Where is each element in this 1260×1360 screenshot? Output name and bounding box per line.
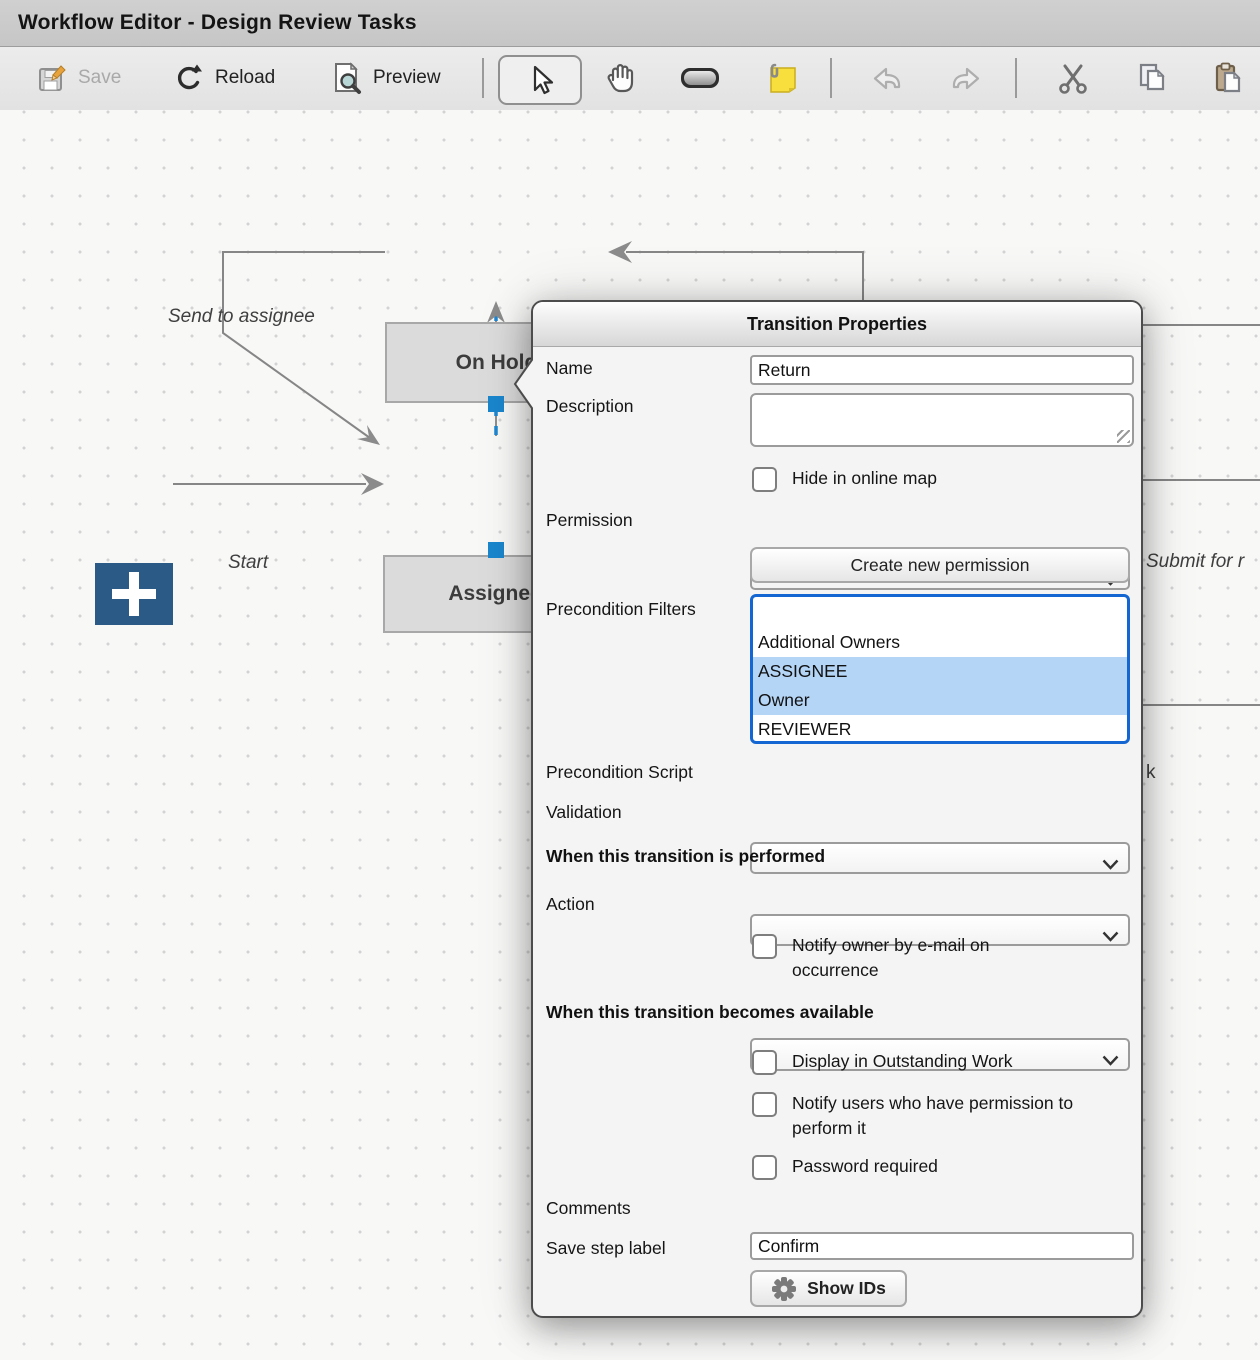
section-when-performed: When this transition is performed — [546, 846, 825, 867]
paste-icon — [1210, 60, 1246, 96]
pointer-icon — [523, 63, 557, 97]
sticky-note-icon — [764, 60, 800, 96]
notify-users-label: Notify users who have permission to perf… — [792, 1091, 1122, 1141]
show-ids-label: Show IDs — [807, 1278, 886, 1299]
password-required-row: Password required — [752, 1155, 938, 1180]
validation-label: Validation — [546, 802, 622, 823]
toolbar-separator — [1015, 58, 1017, 98]
pointer-tool-button[interactable] — [498, 55, 582, 105]
resize-grip-icon[interactable] — [1117, 430, 1130, 443]
copy-button[interactable] — [1118, 55, 1186, 101]
gear-icon — [771, 1276, 797, 1302]
chevron-down-icon — [1102, 1050, 1119, 1071]
start-node[interactable] — [95, 563, 173, 625]
chevron-down-icon — [1102, 854, 1119, 875]
edge-label-start[interactable]: Start — [228, 552, 268, 574]
precondition-script-label: Precondition Script — [546, 762, 693, 783]
node-assignee-label: Assignee — [448, 582, 541, 606]
preview-button-label: Preview — [373, 67, 441, 89]
cut-icon — [1055, 60, 1091, 96]
dialog-title-bar[interactable]: Transition Properties — [533, 302, 1141, 347]
hand-icon — [602, 60, 638, 96]
edge-label-k-fragment[interactable]: k — [1146, 762, 1156, 784]
password-required-label: Password required — [792, 1154, 938, 1180]
reload-button[interactable]: Reload — [172, 55, 275, 101]
name-input[interactable] — [750, 355, 1134, 385]
transition-endpoint-handle-bottom[interactable] — [488, 542, 504, 558]
save-step-label-input[interactable] — [750, 1232, 1134, 1260]
precondition-filters-listbox[interactable]: Additional Owners ASSIGNEE Owner REVIEWE… — [750, 594, 1130, 744]
edge-label-send-to-assignee[interactable]: Send to assignee — [168, 306, 315, 328]
name-label: Name — [546, 358, 593, 379]
description-textarea[interactable] — [750, 393, 1134, 447]
pan-tool-button[interactable] — [586, 55, 654, 101]
title-bar: Workflow Editor - Design Review Tasks — [0, 0, 1260, 47]
description-label: Description — [546, 396, 634, 417]
undo-icon — [869, 61, 907, 95]
notify-owner-checkbox[interactable] — [752, 934, 777, 959]
section-when-available: When this transition becomes available — [546, 1002, 874, 1023]
listbox-option-reviewer[interactable]: REVIEWER — [753, 715, 1127, 744]
hide-in-online-map-row: Hide in online map — [752, 467, 937, 492]
paste-button[interactable] — [1194, 55, 1260, 101]
action-label: Action — [546, 894, 595, 915]
save-step-label-label: Save step label — [546, 1238, 666, 1259]
notify-users-row: Notify users who have permission to perf… — [752, 1092, 1122, 1141]
preview-button[interactable]: Preview — [328, 55, 441, 101]
notify-users-checkbox[interactable] — [752, 1092, 777, 1117]
permission-label: Permission — [546, 510, 633, 531]
redo-button[interactable] — [931, 55, 999, 101]
precondition-filters-label: Precondition Filters — [546, 599, 696, 620]
listbox-option-assignee[interactable]: ASSIGNEE — [753, 657, 1127, 686]
toolbar-separator — [482, 58, 484, 98]
hide-in-online-map-label: Hide in online map — [792, 466, 937, 492]
save-button-label: Save — [78, 67, 121, 89]
copy-icon — [1134, 60, 1170, 96]
password-required-checkbox[interactable] — [752, 1155, 777, 1180]
dialog-callout-pointer — [512, 356, 535, 412]
reload-icon — [172, 61, 206, 95]
note-tool-button[interactable] — [748, 55, 816, 101]
hide-in-online-map-checkbox[interactable] — [752, 467, 777, 492]
show-ids-button[interactable]: Show IDs — [750, 1270, 907, 1307]
listbox-option-owner[interactable]: Owner — [753, 686, 1127, 715]
undo-button[interactable] — [854, 55, 922, 101]
transition-properties-dialog: Transition Properties Name Description H… — [531, 300, 1143, 1318]
notify-owner-row: Notify owner by e-mail on occurrence — [752, 934, 1054, 983]
display-outstanding-row: Display in Outstanding Work — [752, 1050, 1012, 1075]
save-button[interactable]: Save — [35, 55, 121, 101]
redo-icon — [946, 61, 984, 95]
display-outstanding-label: Display in Outstanding Work — [792, 1049, 1012, 1075]
display-outstanding-checkbox[interactable] — [752, 1050, 777, 1075]
notify-owner-label: Notify owner by e-mail on occurrence — [792, 933, 1054, 983]
create-new-permission-label: Create new permission — [851, 555, 1030, 576]
cut-button[interactable] — [1039, 55, 1107, 101]
listbox-option-blank[interactable] — [753, 599, 1127, 628]
transition-endpoint-handle-top[interactable] — [488, 396, 504, 412]
dialog-title: Transition Properties — [747, 314, 927, 335]
window-title: Workflow Editor - Design Review Tasks — [0, 11, 417, 35]
toolbar-separator — [830, 58, 832, 98]
chevron-down-icon — [1102, 926, 1119, 947]
toolbar: Save Reload Preview — [0, 47, 1260, 111]
listbox-option-additional-owners[interactable]: Additional Owners — [753, 628, 1127, 657]
node-tool-button[interactable] — [666, 55, 734, 101]
comments-label: Comments — [546, 1198, 631, 1219]
save-icon — [35, 61, 69, 95]
edge-label-submit-fragment[interactable]: Submit for r — [1146, 551, 1260, 573]
create-new-permission-button[interactable]: Create new permission — [750, 547, 1130, 583]
node-shape-icon — [678, 64, 722, 92]
reload-button-label: Reload — [215, 67, 275, 89]
preview-icon — [328, 60, 364, 96]
workflow-editor-window: Workflow Editor - Design Review Tasks Sa… — [0, 0, 1260, 1360]
